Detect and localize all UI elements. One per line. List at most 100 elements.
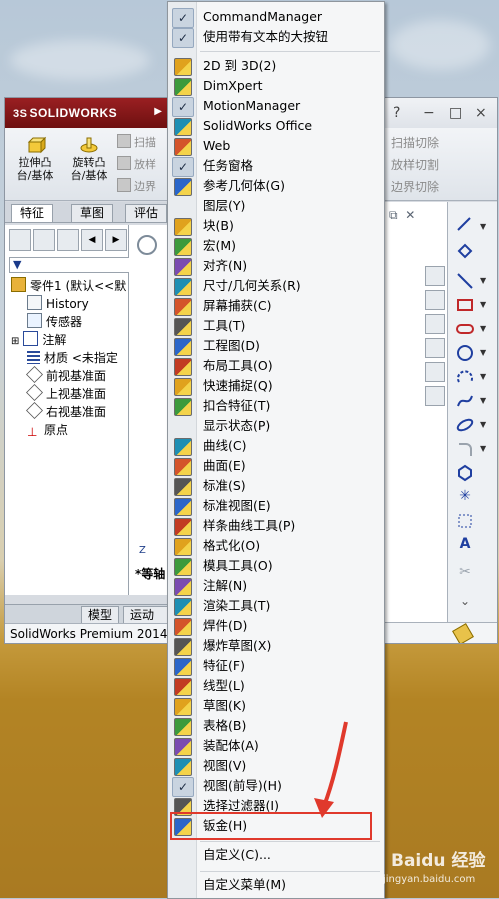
smart-dimension-icon[interactable] [456,216,474,234]
scroll-right-icon[interactable]: ▶ [105,229,127,251]
menu-item[interactable]: 标准(S) [168,476,384,496]
chevron-down-icon[interactable]: ▼ [480,372,486,381]
menu-item[interactable]: 2D 到 3D(2) [168,56,384,76]
more-tools-icon[interactable]: ⌄ [456,594,474,612]
arc-icon[interactable] [456,368,474,386]
tag-icon[interactable] [452,623,474,643]
circle-icon[interactable] [456,344,474,362]
polygon-icon[interactable] [456,464,474,482]
tree-item-origin[interactable]: ⊥ 原点 [27,421,68,439]
fillet-icon[interactable] [456,440,474,458]
revolve-boss-button[interactable]: 旋转凸 台/基体 [65,136,113,182]
menu-item[interactable]: 快速捕捉(Q) [168,376,384,396]
close-icon[interactable]: × [475,105,487,121]
help-icon[interactable]: ? [393,105,400,121]
menu-item[interactable]: 扣合特征(T) [168,396,384,416]
text-icon[interactable]: A [456,536,474,554]
menu-item[interactable]: 参考几何体(G) [168,176,384,196]
tree-item-annotations[interactable]: ⊞ 注解 [11,331,66,349]
feature-tree-icon[interactable] [9,229,31,251]
title-arrow-icon[interactable]: ▶ [154,106,162,117]
task-pane-palette-icon[interactable] [425,338,445,358]
window-restore-icon[interactable]: ⧉ [389,208,398,222]
menu-item[interactable]: 显示状态(P) [168,416,384,436]
task-pane-appearance-icon[interactable] [425,362,445,382]
menu-item[interactable]: 模具工具(O) [168,556,384,576]
config-manager-icon[interactable] [57,229,79,251]
property-manager-icon[interactable] [33,229,55,251]
menu-item[interactable]: 屏幕捕获(C) [168,296,384,316]
restore-icon[interactable]: □ [449,105,462,121]
menu-item[interactable]: 图层(Y) [168,196,384,216]
graphics-area-right[interactable]: ⧉ ✕ [385,202,447,622]
menu-item[interactable]: 线型(L) [168,676,384,696]
tree-filter-input[interactable]: ▼ [9,257,130,273]
menu-item[interactable]: 尺寸/几何关系(R) [168,276,384,296]
chevron-down-icon[interactable]: ▼ [480,396,486,405]
chevron-down-icon[interactable]: ▼ [480,324,486,333]
menu-item[interactable]: ✓ CommandManager [168,7,384,28]
chevron-down-icon[interactable]: ▼ [480,276,486,285]
menu-item[interactable]: 爆炸草图(X) [168,636,384,656]
trim-icon[interactable]: ✂ [456,564,474,582]
menu-item[interactable]: 工具(T) [168,316,384,336]
menu-item[interactable]: 格式化(O) [168,536,384,556]
extrude-boss-button[interactable]: 拉伸凸 台/基体 [11,136,59,182]
minimize-icon[interactable]: − [423,105,435,121]
chevron-down-icon[interactable]: ▼ [480,444,486,453]
menu-item[interactable]: 焊件(D) [168,616,384,636]
boundary-button[interactable]: 边界 [117,178,156,194]
scroll-left-icon[interactable]: ◀ [81,229,103,251]
menu-item[interactable]: 布局工具(O) [168,356,384,376]
relation-icon[interactable] [456,242,474,260]
tab-sketch[interactable]: 草图 [71,204,114,222]
menu-item[interactable]: ✓ 任务窗格 [168,156,384,177]
sweep-cut-button[interactable]: 扫描切除 [391,134,439,151]
menu-item[interactable]: 渲染工具(T) [168,596,384,616]
rectangle-icon[interactable] [456,296,474,314]
chevron-down-icon[interactable]: ▼ [480,420,486,429]
menu-item[interactable]: 标准视图(E) [168,496,384,516]
task-pane-explorer-icon[interactable] [425,314,445,334]
loft-cut-button[interactable]: 放样切割 [391,156,439,173]
tree-root[interactable]: 零件1 (默认<<默 [11,277,126,295]
menu-item[interactable]: SolidWorks Office [168,116,384,136]
tree-item-history[interactable]: History [27,295,89,313]
menu-item-customize[interactable]: 自定义(C)... [168,845,384,865]
task-pane-properties-icon[interactable] [425,386,445,406]
chevron-down-icon[interactable]: ▼ [480,300,486,309]
tab-features[interactable]: 特征 [11,204,54,222]
menu-item[interactable]: ✓ 使用带有文本的大按钮 [168,27,384,48]
menu-item-customize-menu[interactable]: 自定义菜单(M) [168,875,384,895]
tree-item-material[interactable]: 材质 <未指定 [27,349,118,367]
task-pane-home-icon[interactable] [425,266,445,286]
chevron-down-icon[interactable]: ▼ [480,222,486,231]
menu-item[interactable]: 特征(F) [168,656,384,676]
menu-item[interactable]: 块(B) [168,216,384,236]
boundary-cut-button[interactable]: 边界切除 [391,178,439,195]
menu-item[interactable]: 对齐(N) [168,256,384,276]
menu-item[interactable]: DimXpert [168,76,384,96]
sweep-button[interactable]: 扫描 [117,134,156,150]
point-icon[interactable]: ✳ [456,488,474,506]
menu-item[interactable]: 曲线(C) [168,436,384,456]
loft-button[interactable]: 放样 [117,156,156,172]
centerline-icon[interactable] [456,512,474,530]
menu-item[interactable]: 曲面(E) [168,456,384,476]
spline-icon[interactable] [456,392,474,410]
ellipse-icon[interactable] [456,416,474,434]
tree-item-sensors[interactable]: 传感器 [27,313,82,331]
menu-item[interactable]: 宏(M) [168,236,384,256]
tree-item-front-plane[interactable]: 前视基准面 [26,366,106,385]
menu-item[interactable]: ✓ MotionManager [168,96,384,117]
menu-item[interactable]: 样条曲线工具(P) [168,516,384,536]
close-doc-icon[interactable]: ✕ [405,208,415,222]
chevron-down-icon[interactable]: ▼ [480,348,486,357]
zoom-icon[interactable] [137,235,157,255]
line-icon[interactable] [456,272,474,290]
tab-model[interactable]: 模型 [81,606,120,624]
slot-icon[interactable] [456,320,474,338]
menu-item[interactable]: Web [168,136,384,156]
tab-evaluate[interactable]: 评估 [125,204,168,222]
menu-item[interactable]: 草图(K) [168,696,384,716]
